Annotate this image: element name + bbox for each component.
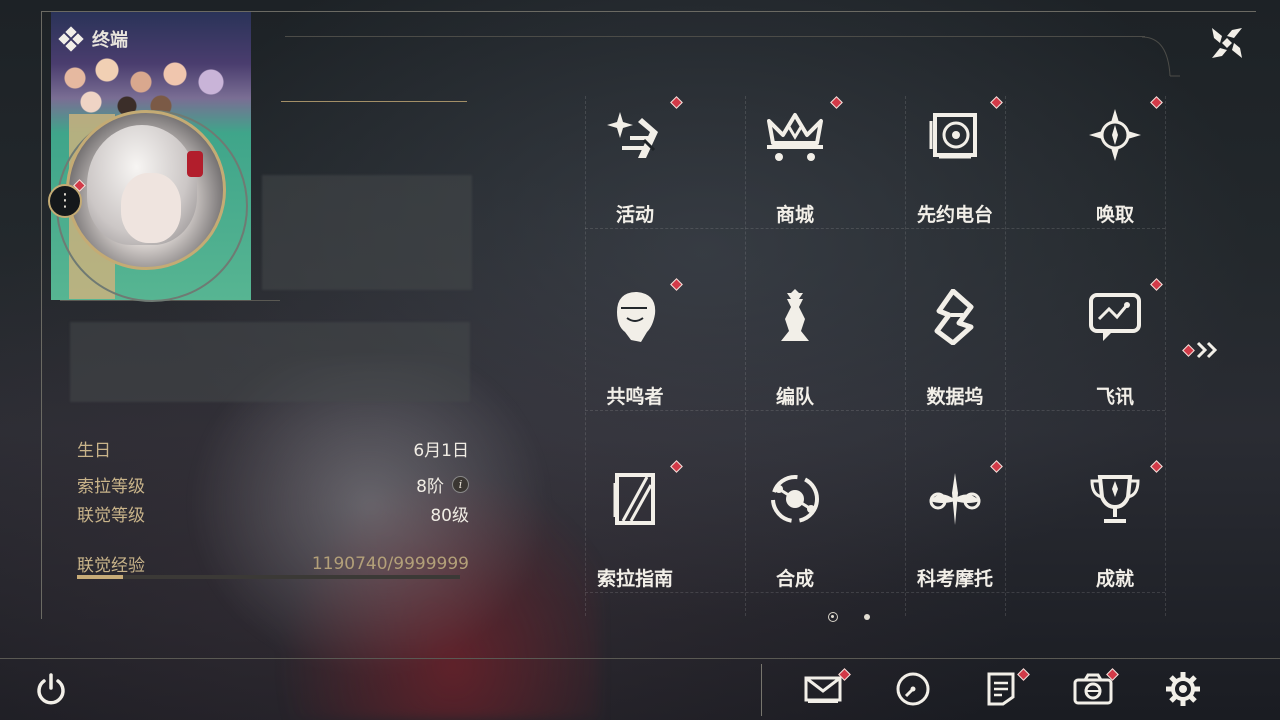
menu-resonator-badge	[670, 278, 683, 291]
resonator-portrait-icon	[600, 282, 670, 352]
union-exp-label: 联觉经验	[77, 556, 145, 576]
frame-left-line	[41, 11, 42, 619]
menu-shop[interactable]: 商城	[715, 88, 875, 268]
menu-data-dock-label: 数据坞	[926, 386, 984, 408]
menu-guide[interactable]: 索拉指南	[555, 452, 715, 632]
camera-button[interactable]	[1070, 666, 1119, 712]
menu-achievement-label: 成就	[1095, 568, 1134, 590]
settings-button[interactable]	[1160, 666, 1206, 712]
bottom-bar	[0, 658, 1280, 720]
data-dock-icon	[920, 282, 990, 352]
menu-resonator[interactable]: 共鸣者	[555, 270, 715, 450]
stat-union-exp: 联觉经验 1190740/9999999	[77, 551, 469, 577]
menu-message-badge	[1150, 278, 1163, 291]
page-dot-2[interactable]	[864, 614, 870, 620]
terminal-logo-icon	[58, 26, 84, 52]
menu-activity-badge	[670, 96, 683, 109]
menu-message-label: 飞讯	[1095, 386, 1134, 408]
union-level-value: 80级	[430, 506, 469, 526]
menu-guide-label: 索拉指南	[596, 568, 673, 590]
menu-message[interactable]: 飞讯	[1035, 270, 1195, 450]
power-button[interactable]	[28, 666, 74, 712]
close-button[interactable]	[1206, 22, 1248, 64]
sola-level-wrap: 8阶 i	[416, 472, 469, 497]
birthday-value: 6月1日	[413, 441, 469, 461]
trophy-icon	[1080, 464, 1150, 534]
profile-top-rule	[281, 101, 467, 102]
menu-team[interactable]: 编队	[715, 270, 875, 450]
stat-birthday: 生日 6月1日	[77, 436, 469, 461]
menu-team-label: 编队	[775, 386, 814, 408]
menu-motorcycle-badge	[990, 460, 1003, 473]
union-exp-fill	[77, 575, 123, 579]
menu-synthesis[interactable]: 合成	[715, 452, 875, 632]
avatar[interactable]	[66, 110, 226, 270]
next-page-badge	[1182, 343, 1195, 357]
union-exp-value: 1190740/9999999	[311, 553, 469, 574]
camera-icon	[1073, 673, 1113, 705]
close-x-icon	[1212, 28, 1242, 58]
sola-level-value: 8阶	[416, 477, 444, 497]
stat-union-level: 联觉等级 80级	[77, 501, 469, 526]
convene-compass-icon	[1080, 100, 1150, 170]
page-dot-1[interactable]	[828, 612, 838, 622]
menu-convene[interactable]: 唤取	[1035, 88, 1195, 268]
mail-icon	[804, 676, 842, 703]
menu-shop-badge	[830, 96, 843, 109]
terminal-header: 终端	[58, 26, 128, 52]
mail-button[interactable]	[800, 666, 851, 712]
sola-level-label: 索拉等级	[77, 477, 145, 497]
synthesis-orbit-icon	[760, 464, 830, 534]
activity-sparkle-icon	[600, 100, 670, 170]
page-indicator	[828, 612, 870, 622]
birthday-label: 生日	[77, 441, 111, 461]
shop-cart-crown-icon	[760, 100, 830, 170]
stat-sola-level: 索拉等级 8阶 i	[77, 472, 469, 497]
menu-shop-label: 商城	[775, 204, 814, 226]
motorcycle-icon	[920, 464, 990, 534]
menu-data-dock[interactable]: 数据坞	[875, 270, 1035, 450]
clock-button[interactable]	[890, 666, 936, 712]
player-name-redacted	[262, 175, 472, 290]
menu-motorcycle-label: 科考摩托	[916, 568, 993, 590]
menu-achievement-badge	[1150, 460, 1163, 473]
double-chevron-right-icon	[1196, 341, 1218, 359]
power-icon	[37, 673, 65, 705]
notice-button[interactable]	[978, 666, 1030, 712]
notice-badge	[1017, 668, 1030, 681]
team-chess-icon	[760, 282, 830, 352]
radio-turntable-icon	[920, 100, 990, 170]
menu-activity[interactable]: 活动	[555, 88, 715, 268]
menu-radio-badge	[990, 96, 1003, 109]
more-vertical-icon: ⋮	[56, 190, 74, 211]
gear-icon	[1166, 672, 1200, 706]
menu-convene-label: 唤取	[1095, 204, 1134, 226]
guide-book-icon	[600, 464, 670, 534]
avatar-ribbon	[187, 151, 203, 177]
menu-synthesis-label: 合成	[775, 568, 814, 590]
menu-radio-label: 先约电台	[916, 204, 993, 226]
avatar-face	[121, 173, 181, 243]
frame-corner-curve	[1141, 36, 1180, 77]
menu-motorcycle[interactable]: 科考摩托	[875, 452, 1035, 632]
notice-document-icon	[987, 672, 1015, 706]
info-icon[interactable]: i	[452, 476, 469, 493]
terminal-title: 终端	[92, 30, 128, 51]
menu-convene-badge	[1150, 96, 1163, 109]
clock-icon	[896, 672, 930, 706]
menu-resonator-label: 共鸣者	[606, 386, 664, 408]
next-page-button[interactable]	[1182, 340, 1221, 360]
menu-guide-badge	[670, 460, 683, 473]
frame-upper-right-line	[285, 36, 1145, 37]
union-level-label: 联觉等级	[77, 506, 145, 526]
union-exp-bar	[77, 575, 460, 579]
message-bubble-icon	[1080, 282, 1150, 352]
menu-achievement[interactable]: 成就	[1035, 452, 1195, 632]
menu-radio[interactable]: 先约电台	[875, 88, 1035, 268]
menu-activity-label: 活动	[615, 204, 654, 226]
function-grid: 活动 商城 先约电台 唤取 共鸣者 编队 数据坞 飞讯 索拉指南 合成 科考摩托…	[555, 88, 1195, 628]
player-signature-redacted	[70, 322, 470, 402]
